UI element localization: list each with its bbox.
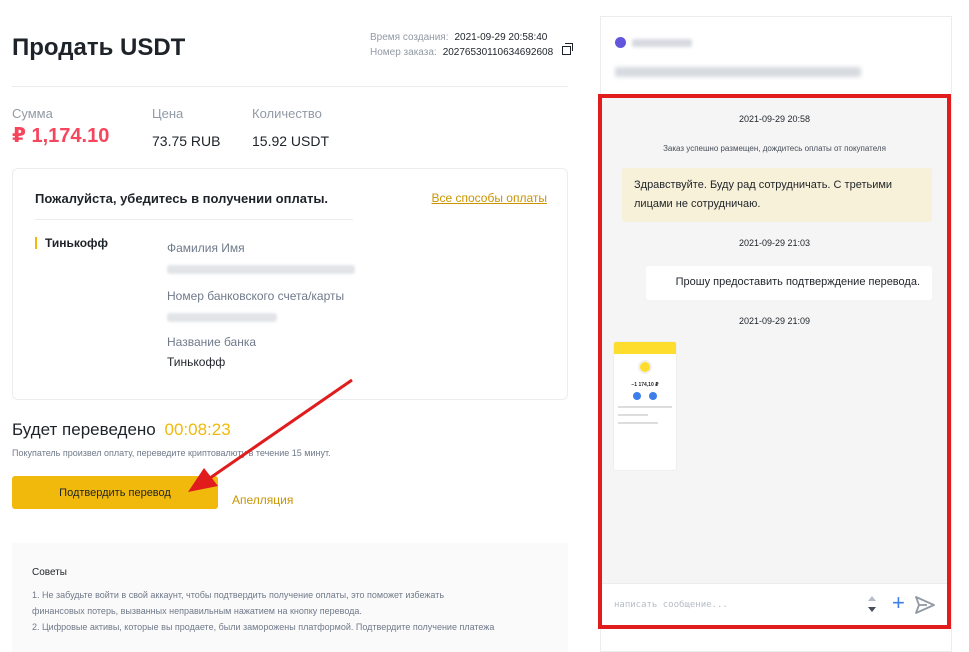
name-label: Фамилия Имя [167,241,245,255]
chat-timestamp: 2021-09-29 21:09 [738,316,811,326]
divider [35,219,353,220]
system-message: Заказ успешно размещен, дождитесь оплаты… [663,144,886,153]
quantity-value: 15.92 USDT [252,133,330,149]
price-value: 73.75 RUB [152,133,221,149]
chat-message-seller: Здравствуйте. Буду рад сотрудничать. С т… [622,168,932,222]
chat-messages-highlight: 2021-09-29 20:58 Заказ успешно размещен,… [598,94,951,629]
chevron-down-icon[interactable] [868,607,876,612]
chat-timestamp: 2021-09-29 20:58 [738,114,811,124]
scroll-stepper[interactable] [868,594,876,616]
order-number: 20276530110634692608 [442,47,554,58]
receipt-amount: −1 174,10 ₽ [631,382,659,388]
tips-panel: Советы 1. Не забудьте войти в свой аккау… [12,543,568,652]
appeal-link[interactable]: Апелляция [232,493,293,507]
stat-label: Количество [252,106,322,121]
chat-message-buyer: Прошу предоставить подтверждение перевод… [646,266,932,300]
name-field: Фамилия Имя [167,241,355,274]
message-input[interactable] [614,594,864,616]
page-title: Продать USDT [12,34,186,61]
confirm-transfer-button[interactable]: Подтвердить перевод [12,476,218,509]
timer-label: Будет переведено [12,420,156,439]
all-payment-methods-link[interactable]: Все способы оплаты [431,191,547,205]
timer-note: Покупатель произвел оплату, переведите к… [12,448,331,458]
stat-price: Цена 73.75 RUB [152,106,220,149]
stat-label: Цена [152,106,184,121]
created-label: Время создания: [370,32,449,43]
bank-field: Название банка Тинькофф [167,335,256,369]
attach-plus-icon[interactable]: + [892,590,905,616]
order-label: Номер заказа: [370,47,437,58]
redacted-user-info [615,67,861,77]
copy-icon[interactable] [562,43,574,55]
order-meta: Время создания: 2021-09-29 20:58:40 Номе… [370,30,574,60]
receipt-header [614,342,676,354]
created-value: 2021-09-29 20:58:40 [454,32,548,43]
bank-logo-icon [638,360,652,374]
message-composer: + [602,583,947,625]
stat-label: Сумма [12,106,53,121]
stat-quantity: Количество 15.92 USDT [252,106,329,149]
counterparty-header [615,37,692,48]
redacted-name [167,265,355,274]
payment-details-card: Пожалуйста, убедитесь в получении оплаты… [12,168,568,400]
bank-value: Тинькофф [167,355,226,369]
avatar [615,37,626,48]
redacted-username [632,38,692,47]
chat-timestamp: 2021-09-29 21:03 [738,238,811,248]
divider [12,86,568,87]
send-icon[interactable] [915,596,935,614]
order-panel: Продать USDT Время создания: 2021-09-29 … [0,0,585,652]
bank-label: Название банка [167,335,257,349]
payment-receipt-image[interactable]: −1 174,10 ₽ [614,342,676,470]
receipt-actions [614,392,676,400]
account-field: Номер банковского счета/карты [167,289,344,322]
countdown-timer: 00:08:23 [164,420,231,439]
redacted-account [167,313,277,322]
payment-heading: Пожалуйста, убедитесь в получении оплаты… [35,191,329,206]
timer-line: Будет переведено 00:08:23 [12,420,231,440]
account-label: Номер банковского счета/карты [167,289,345,303]
chevron-up-icon[interactable] [868,596,876,601]
tips-title: Советы [32,567,67,578]
payment-method-tag[interactable]: Тинькофф [35,237,108,249]
tips-line: 1. Не забудьте войти в свой аккаунт, что… [32,590,445,600]
tips-line: финансовых потерь, вызванных неправильны… [32,606,362,616]
stat-amount: Сумма ₽ 1,174.10 [12,106,109,148]
amount-value: ₽ 1,174.10 [12,125,110,147]
tips-line: 2. Цифровые активы, которые вы продаете,… [32,622,495,632]
